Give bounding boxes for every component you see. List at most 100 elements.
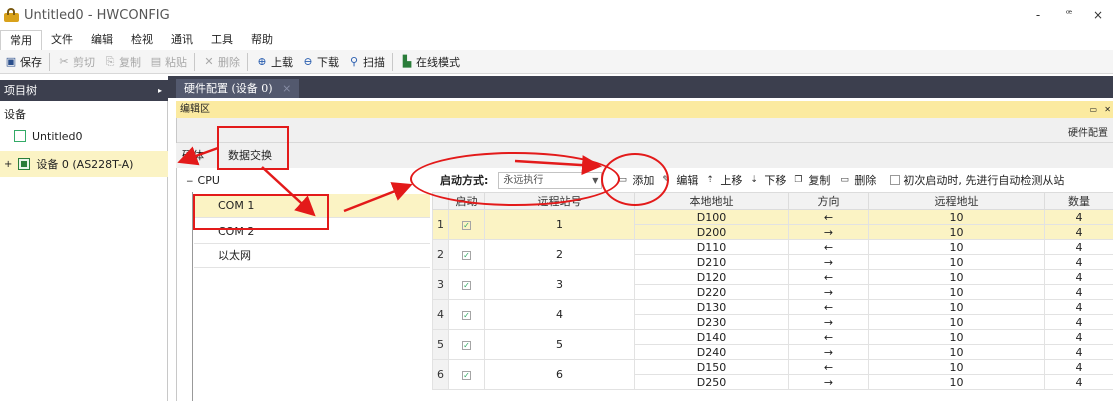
enable-checkbox[interactable]: ✓ xyxy=(462,311,471,320)
enable-checkbox[interactable]: ✓ xyxy=(462,341,471,350)
quantity-cell[interactable]: 4 xyxy=(1044,269,1113,285)
hardware-config-label[interactable]: 硬件配置 xyxy=(1068,124,1108,139)
quantity-cell[interactable]: 4 xyxy=(1044,209,1113,225)
tab-hardware-config[interactable]: 硬件配置 (设备 0) × xyxy=(176,79,300,98)
local-address-cell[interactable]: D130 xyxy=(634,299,789,315)
auto-detect-option[interactable]: 初次启动时, 先进行自动检测从站 xyxy=(890,172,1064,188)
remote-address-cell[interactable]: 10 xyxy=(868,359,1045,375)
direction-cell[interactable]: → xyxy=(788,284,869,300)
table-row[interactable]: 1 ✓ 1 D100 ← 10 4 xyxy=(432,209,1113,240)
local-address-cell[interactable]: D220 xyxy=(634,284,789,300)
remote-address-cell[interactable]: 10 xyxy=(868,314,1045,330)
restore-button[interactable]: ꟹ xyxy=(1054,0,1084,30)
remote-station-cell[interactable]: 2 xyxy=(484,239,635,270)
upload-button[interactable]: ⊕ 上载 xyxy=(251,51,297,73)
row-index[interactable]: 2 xyxy=(432,239,449,270)
remote-station-cell[interactable]: 1 xyxy=(484,209,635,240)
enable-checkbox[interactable]: ✓ xyxy=(462,221,471,230)
paste-button[interactable]: ▤ 粘贴 xyxy=(145,51,191,73)
quantity-cell[interactable]: 4 xyxy=(1044,329,1113,345)
remote-address-cell[interactable]: 10 xyxy=(868,329,1045,345)
quantity-cell[interactable]: 4 xyxy=(1044,374,1113,390)
local-address-cell[interactable]: D200 xyxy=(634,224,789,240)
delete-button[interactable]: ✕ 删除 xyxy=(198,51,244,73)
cpu-title[interactable]: − CPU xyxy=(186,174,220,187)
quantity-cell[interactable]: 4 xyxy=(1044,299,1113,315)
remote-station-cell[interactable]: 6 xyxy=(484,359,635,390)
pin-icon[interactable]: ▸ xyxy=(158,80,162,101)
row-enable-cell[interactable]: ✓ xyxy=(448,359,485,390)
local-address-cell[interactable]: D120 xyxy=(634,269,789,285)
collapse-icon[interactable]: − xyxy=(186,177,194,187)
online-mode-button[interactable]: ▙ 在线模式 xyxy=(396,51,464,73)
column-header-direction[interactable]: 方向 xyxy=(788,192,869,210)
remote-address-cell[interactable]: 10 xyxy=(868,224,1045,240)
local-address-cell[interactable]: D210 xyxy=(634,254,789,270)
quantity-cell[interactable]: 4 xyxy=(1044,314,1113,330)
tab-hardware[interactable]: 硬体 xyxy=(182,143,204,168)
remote-address-cell[interactable]: 10 xyxy=(868,239,1045,255)
download-button[interactable]: ⊖ 下载 xyxy=(297,51,343,73)
remote-address-cell[interactable]: 10 xyxy=(868,284,1045,300)
quantity-cell[interactable]: 4 xyxy=(1044,224,1113,240)
remote-address-cell[interactable]: 10 xyxy=(868,254,1045,270)
menu-tools[interactable]: 工具 xyxy=(202,30,242,50)
column-header-quantity[interactable]: 数量 xyxy=(1044,192,1113,210)
direction-cell[interactable]: ← xyxy=(788,359,869,375)
local-address-cell[interactable]: D140 xyxy=(634,329,789,345)
menu-view[interactable]: 检视 xyxy=(122,30,162,50)
row-enable-cell[interactable]: ✓ xyxy=(448,269,485,300)
menu-help[interactable]: 帮助 xyxy=(242,30,282,50)
direction-cell[interactable]: ← xyxy=(788,209,869,225)
row-enable-cell[interactable]: ✓ xyxy=(448,329,485,360)
row-index[interactable]: 6 xyxy=(432,359,449,390)
move-up-button[interactable]: ⇡ 上移 xyxy=(706,172,742,188)
copy-row-button[interactable]: ❐ 复制 xyxy=(794,172,830,188)
tree-item-project[interactable]: Untitled0 xyxy=(0,123,168,149)
remote-station-cell[interactable]: 3 xyxy=(484,269,635,300)
table-row[interactable]: 6 ✓ 6 D150 ← 10 4 xyxy=(432,359,1113,390)
menu-file[interactable]: 文件 xyxy=(42,30,82,50)
local-address-cell[interactable]: D110 xyxy=(634,239,789,255)
enable-checkbox[interactable]: ✓ xyxy=(462,371,471,380)
quantity-cell[interactable]: 4 xyxy=(1044,239,1113,255)
tree-item-device[interactable]: + 设备 0 (AS228T-A) xyxy=(0,151,168,177)
local-address-cell[interactable]: D250 xyxy=(634,374,789,390)
row-index[interactable]: 5 xyxy=(432,329,449,360)
remote-station-cell[interactable]: 5 xyxy=(484,329,635,360)
local-address-cell[interactable]: D150 xyxy=(634,359,789,375)
remote-address-cell[interactable]: 10 xyxy=(868,299,1045,315)
menu-edit[interactable]: 编辑 xyxy=(82,30,122,50)
remote-address-cell[interactable]: 10 xyxy=(868,374,1045,390)
local-address-cell[interactable]: D100 xyxy=(634,209,789,225)
direction-cell[interactable]: ← xyxy=(788,269,869,285)
direction-cell[interactable]: → xyxy=(788,254,869,270)
expand-icon[interactable]: + xyxy=(4,159,12,170)
save-button[interactable]: ▣ 保存 xyxy=(0,51,46,73)
row-index[interactable]: 3 xyxy=(432,269,449,300)
direction-cell[interactable]: → xyxy=(788,344,869,360)
menu-common[interactable]: 常用 xyxy=(0,30,42,50)
direction-cell[interactable]: ← xyxy=(788,239,869,255)
row-enable-cell[interactable]: ✓ xyxy=(448,209,485,240)
table-row[interactable]: 4 ✓ 4 D130 ← 10 4 xyxy=(432,299,1113,330)
quantity-cell[interactable]: 4 xyxy=(1044,359,1113,375)
enable-checkbox[interactable]: ✓ xyxy=(462,281,471,290)
local-address-cell[interactable]: D230 xyxy=(634,314,789,330)
direction-cell[interactable]: → xyxy=(788,374,869,390)
table-row[interactable]: 2 ✓ 2 D110 ← 10 4 xyxy=(432,239,1113,270)
direction-cell[interactable]: ← xyxy=(788,329,869,345)
row-enable-cell[interactable]: ✓ xyxy=(448,299,485,330)
minimize-button[interactable]: - xyxy=(1023,0,1053,30)
quantity-cell[interactable]: 4 xyxy=(1044,344,1113,360)
column-header-remote-address[interactable]: 远程地址 xyxy=(868,192,1045,210)
close-button[interactable]: × xyxy=(1083,0,1113,30)
row-index[interactable]: 4 xyxy=(432,299,449,330)
quantity-cell[interactable]: 4 xyxy=(1044,254,1113,270)
table-row[interactable]: 5 ✓ 5 D140 ← 10 4 xyxy=(432,329,1113,360)
local-address-cell[interactable]: D240 xyxy=(634,344,789,360)
remote-address-cell[interactable]: 10 xyxy=(868,209,1045,225)
cpu-item-ethernet[interactable]: 以太网 xyxy=(194,244,430,268)
direction-cell[interactable]: → xyxy=(788,314,869,330)
close-tab-icon[interactable]: × xyxy=(282,82,291,95)
